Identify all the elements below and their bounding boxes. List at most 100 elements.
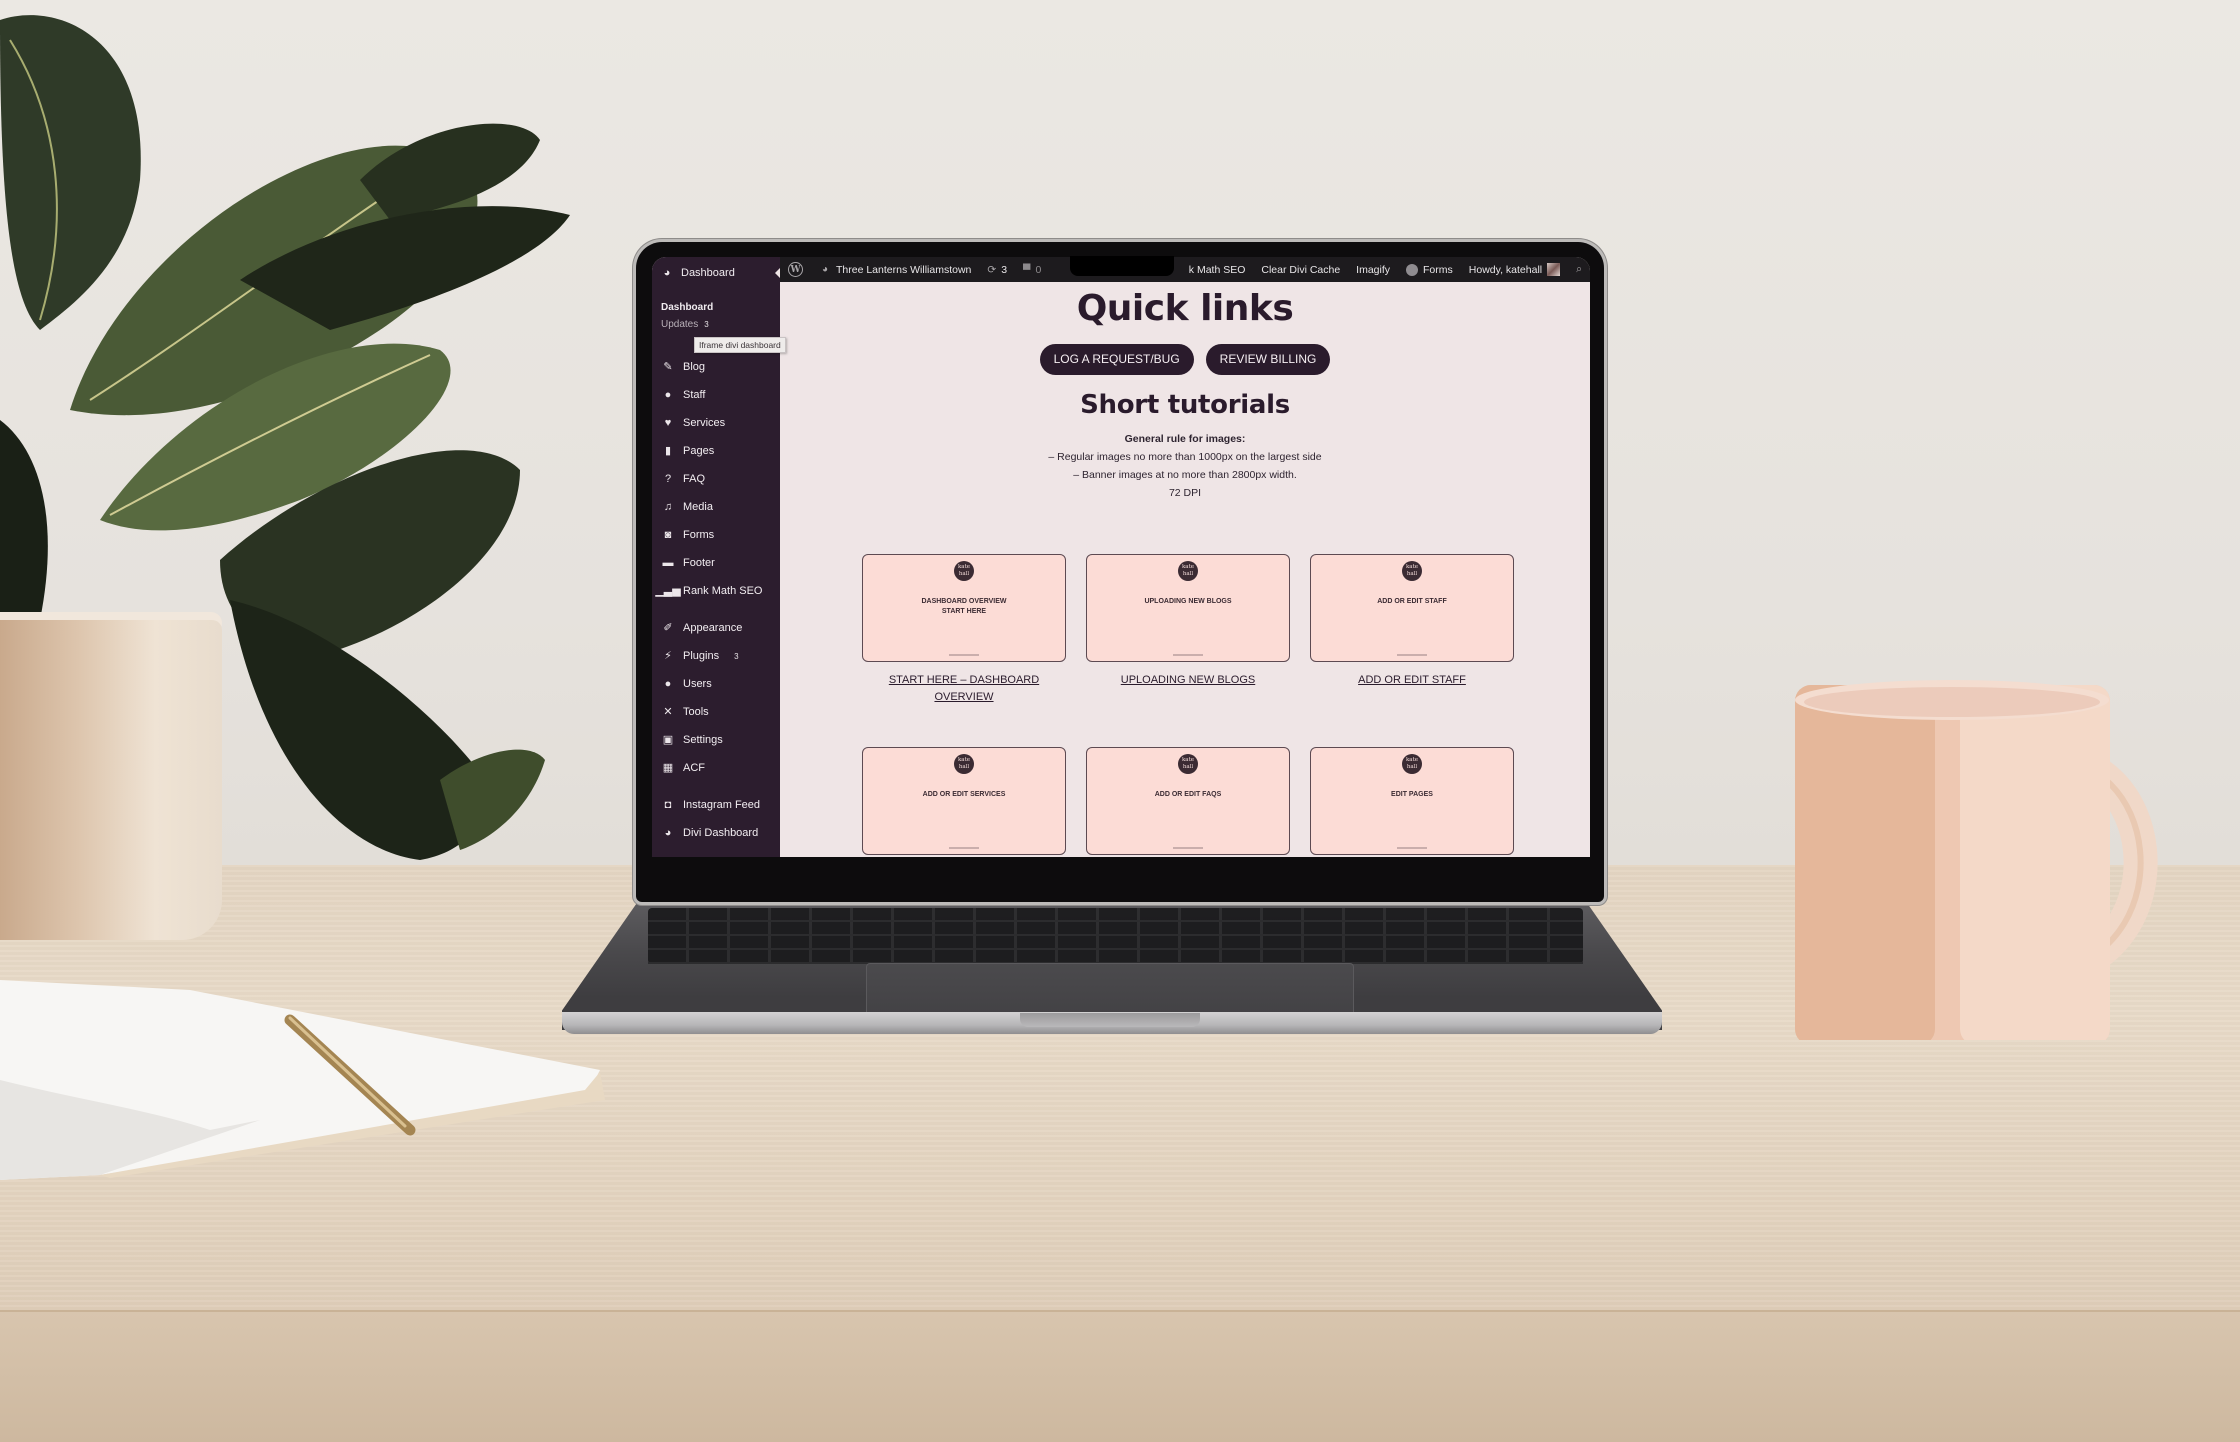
thumbnail-footer	[1173, 847, 1203, 849]
tutorial-link[interactable]: UPLOADING NEW BLOGS	[1086, 672, 1290, 689]
sidebar-item-label: Divi Dashboard	[683, 827, 759, 839]
chart-icon: ▁▃▅	[655, 584, 681, 597]
quick-links-title: Quick links	[1076, 288, 1294, 329]
sidebar-item-label: Dashboard	[681, 267, 735, 279]
sidebar-item-forms[interactable]: ◙ Forms	[652, 521, 780, 549]
thumbnail-title: EDIT PAGES	[1391, 791, 1433, 798]
menu-separator	[652, 605, 780, 614]
review-billing-button[interactable]: REVIEW BILLING	[1205, 344, 1331, 375]
search-button[interactable]: ⌕	[1568, 263, 1590, 276]
sidebar-item-pages[interactable]: ▮ Pages	[652, 437, 780, 465]
kate-hall-logo: kate hall	[1402, 754, 1422, 774]
plugins-badge: 3	[734, 651, 739, 661]
sidebar-item-label: Pages	[683, 445, 715, 457]
user-icon: ●	[664, 677, 672, 690]
tooltip: Iframe divi dashboard	[694, 337, 786, 353]
tutorial-thumbnail[interactable]: kate hall UPLOADING NEW BLOGS	[1086, 554, 1290, 662]
kate-hall-logo: kate hall	[1178, 754, 1198, 774]
image-rules: General rule for images: – Regular image…	[780, 430, 1590, 502]
question-icon: ?	[664, 472, 672, 485]
sidebar-item-label: Forms	[683, 529, 715, 541]
tutorial-grid-row-2: kate hall ADD OR EDIT SERVICES kate hall…	[862, 747, 1514, 855]
tutorial-thumbnail[interactable]: kate hall EDIT PAGES	[1310, 747, 1514, 855]
sidebar-item-label: Users	[683, 678, 712, 690]
admin-bar-right: k Math SEO Clear Divi Cache Imagify Form…	[1181, 263, 1590, 276]
sidebar-item-divi-dashboard[interactable]: ◕ Divi Dashboard	[652, 819, 780, 847]
dashboard-icon: ◕	[663, 266, 671, 279]
sidebar-item-label: Staff	[683, 389, 706, 401]
thumbnail-title: ADD OR EDIT SERVICES	[922, 791, 1006, 798]
sidebar-item-users[interactable]: ● Users	[652, 670, 780, 698]
sidebar-item-media[interactable]: ♫ Media	[652, 493, 780, 521]
sidebar-item-blog[interactable]: ✎ Blog	[652, 353, 780, 381]
trackpad	[866, 963, 1354, 1015]
archive-icon: ▬	[662, 556, 674, 569]
keyboard-rows	[648, 908, 1583, 964]
sidebar-item-settings[interactable]: ▣ Settings	[652, 726, 780, 754]
thumbnail-line: START HERE	[941, 608, 987, 615]
site-name-link[interactable]: ◕ Three Lanterns Williamstown	[811, 264, 979, 276]
sidebar-item-label: Appearance	[683, 622, 743, 634]
forms-icon	[1406, 263, 1419, 276]
admin-sidebar: ◕ Dashboard Dashboard Updates 3 Iframe di…	[652, 257, 786, 857]
updates-link[interactable]: ⟳ 3	[979, 264, 1015, 276]
log-request-button[interactable]: LOG A REQUEST/BUG	[1039, 344, 1194, 375]
rank-math-link[interactable]: k Math SEO	[1181, 264, 1254, 276]
sidebar-item-dashboard[interactable]: ◕ Dashboard	[652, 257, 781, 289]
sidebar-item-tools[interactable]: ✕ Tools	[652, 698, 780, 726]
grid-icon: ▦	[662, 761, 674, 774]
imagify-link[interactable]: Imagify	[1348, 264, 1398, 276]
account-menu[interactable]: Howdy, katehall	[1461, 263, 1568, 276]
tutorial-thumbnail[interactable]: kate hall ADD OR EDIT SERVICES	[862, 747, 1066, 855]
dashboard-content: Quick links LOG A REQUEST/BUG REVIEW BIL…	[780, 282, 1590, 857]
sidebar-item-label: Tools	[683, 706, 709, 718]
thumbnail-line: DASHBOARD OVERVIEW	[921, 598, 1007, 605]
sidebar-item-services[interactable]: ♥ Services	[652, 409, 780, 437]
thumbnail-footer	[1397, 847, 1427, 849]
sidebar-item-label: Blog	[683, 361, 706, 373]
heart-icon: ♥	[664, 416, 672, 429]
candle	[0, 620, 222, 940]
sidebar-item-appearance[interactable]: ✐ Appearance	[652, 614, 780, 642]
tutorial-card: kate hall ADD OR EDIT FAQS	[1086, 747, 1290, 855]
tutorial-card: kate hall ADD OR EDIT STAFF ADD OR EDIT …	[1310, 554, 1514, 706]
wordpress-menu[interactable]: W	[780, 262, 811, 277]
submenu-item-updates[interactable]: Updates 3	[661, 317, 780, 333]
rule-line: – Regular images no more than 1000px on …	[1048, 451, 1322, 463]
sidebar-item-faq[interactable]: ? FAQ	[652, 465, 780, 493]
sidebar-item-instagram-feed[interactable]: ◘ Instagram Feed	[652, 791, 780, 819]
tutorial-link[interactable]: START HERE – DASHBOARD OVERVIEW	[862, 672, 1066, 706]
tutorial-thumbnail[interactable]: kate hall ADD OR EDIT STAFF	[1310, 554, 1514, 662]
short-tutorials-title: Short tutorials	[1080, 390, 1290, 420]
sidebar-item-label: Plugins	[683, 650, 720, 662]
forms-link[interactable]: Forms	[1398, 263, 1461, 276]
comments-link[interactable]: ▀ 0	[1015, 264, 1049, 276]
refresh-icon: ⟳	[987, 263, 997, 276]
rules-heading: General rule for images:	[1124, 433, 1246, 445]
media-icon: ♫	[663, 500, 673, 513]
forms-label: Forms	[1423, 263, 1453, 276]
clear-divi-cache-link[interactable]: Clear Divi Cache	[1253, 264, 1348, 276]
thumbnail-title: ADD OR EDIT STAFF	[1377, 598, 1447, 605]
howdy-label: Howdy, katehall	[1468, 263, 1543, 276]
submenu-item-dashboard[interactable]: Dashboard	[661, 289, 780, 317]
camera-notch	[1070, 256, 1174, 276]
sidebar-item-label: ACF	[683, 762, 705, 774]
rule-line: 72 DPI	[1168, 487, 1202, 499]
tutorial-thumbnail[interactable]: kate hall ADD OR EDIT FAQS	[1086, 747, 1290, 855]
sidebar-item-label: Media	[683, 501, 713, 513]
dashboard-icon: ◕	[821, 263, 829, 275]
sidebar-item-plugins[interactable]: ⚡ Plugins 3	[652, 642, 780, 670]
sidebar-item-footer[interactable]: ▬ Footer	[652, 549, 780, 577]
kate-hall-logo: kate hall	[954, 561, 974, 581]
tutorial-card: kate hall UPLOADING NEW BLOGS UPLOADING …	[1086, 554, 1290, 706]
avatar	[1547, 263, 1561, 276]
wrench-icon: ✕	[663, 705, 673, 718]
sidebar-item-staff[interactable]: ● Staff	[652, 381, 780, 409]
sidebar-item-label: Rank Math SEO	[683, 585, 763, 597]
tutorial-link[interactable]: ADD OR EDIT STAFF	[1310, 672, 1514, 689]
sidebar-item-rank-math-seo[interactable]: ▁▃▅ Rank Math SEO	[652, 577, 780, 605]
sidebar-item-acf[interactable]: ▦ ACF	[652, 754, 780, 782]
thumbnail-footer	[949, 847, 979, 849]
tutorial-thumbnail[interactable]: kate hall DASHBOARD OVERVIEW START HERE	[862, 554, 1066, 662]
